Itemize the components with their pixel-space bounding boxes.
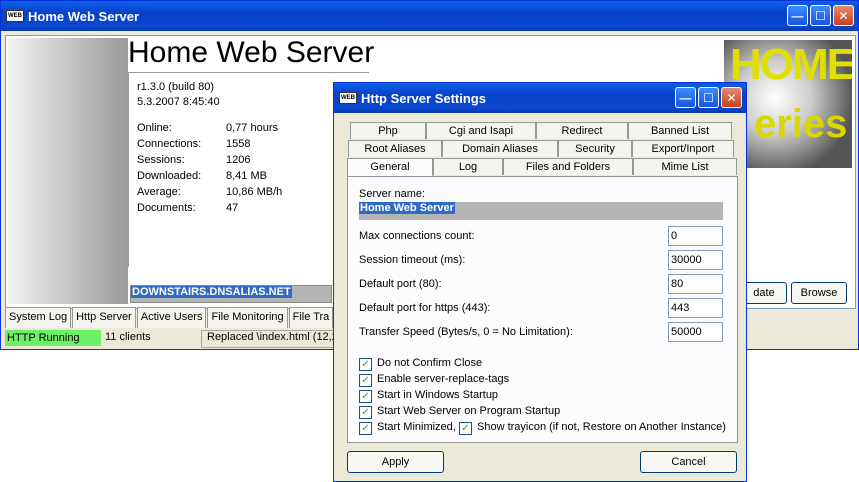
tab-cgi-isapi[interactable]: Cgi and Isapi (426, 122, 536, 139)
show-trayicon-label: Show trayicon (if not, Restore on Anothe… (477, 421, 726, 433)
tab-row-2: Root Aliases Domain Aliases Security Exp… (348, 140, 734, 157)
tab-row-3: General Log Files and Folders Mime List (347, 158, 737, 176)
minimize-icon: — (791, 8, 804, 23)
tab-mime-list[interactable]: Mime List (633, 158, 737, 175)
tab-active-users[interactable]: Active Users (136, 307, 207, 328)
cancel-button[interactable]: Cancel (640, 451, 737, 473)
close-icon: ✕ (838, 8, 849, 23)
tab-system-log[interactable]: System Log (5, 307, 72, 328)
server-name-input[interactable]: Home Web Server (359, 202, 723, 220)
minimize-icon: — (679, 90, 692, 105)
tab-redirect[interactable]: Redirect (536, 122, 628, 139)
start-minimized-checkbox[interactable]: ✓ (359, 422, 372, 435)
tab-file-transfer[interactable]: File Tra (288, 307, 334, 328)
stat-key: Average: (137, 186, 181, 198)
transfer-speed-input[interactable]: 50000 (668, 322, 723, 342)
update-button[interactable]: date (741, 282, 787, 304)
stat-key: Connections: (137, 138, 202, 150)
maximize-icon: ☐ (815, 8, 826, 23)
bottom-tabs: System Log Http Server Active Users File… (5, 307, 334, 328)
confirm-close-label: Do not Confirm Close (377, 357, 483, 369)
logo-text-line2: eries (754, 102, 848, 146)
https-port-input[interactable]: 443 (668, 298, 723, 318)
show-trayicon-checkbox[interactable]: ✓ (459, 422, 472, 435)
tab-files-folders[interactable]: Files and Folders (503, 158, 633, 175)
tab-domain-aliases[interactable]: Domain Aliases (442, 140, 558, 157)
tab-file-monitoring[interactable]: File Monitoring (207, 307, 288, 328)
stat-key: Documents: (137, 202, 196, 214)
browse-button[interactable]: Browse (791, 282, 847, 304)
tab-export-import[interactable]: Export/Inport (632, 140, 734, 157)
stat-value: 8,41 MB (226, 170, 267, 182)
tab-row-1: Php Cgi and Isapi Redirect Banned List (350, 122, 732, 139)
stat-key: Downloaded: (137, 170, 202, 182)
transfer-speed-label: Transfer Speed (Bytes/s, 0 = No Limitati… (359, 326, 573, 338)
windows-startup-checkbox[interactable]: ✓ (359, 390, 372, 403)
general-panel: Server name: Home Web Server Max connect… (347, 176, 738, 443)
apply-button[interactable]: Apply (347, 451, 444, 473)
session-timeout-label: Session timeout (ms): (359, 254, 466, 266)
stat-key: Sessions: (137, 154, 185, 166)
tab-security[interactable]: Security (558, 140, 632, 157)
server-name-label: Server name: (359, 188, 426, 200)
stat-value: 0,77 hours (226, 122, 278, 134)
minimize-button[interactable]: — (787, 5, 808, 26)
web-app-icon: WEB (339, 92, 357, 104)
https-port-label: Default port for https (443): (359, 302, 491, 314)
stat-key: Online: (137, 122, 172, 134)
hostname-field[interactable]: DOWNSTAIRS.DNSALIAS.NET (130, 285, 332, 303)
replace-tags-label: Enable server-replace-tags (377, 373, 510, 385)
window-title: Home Web Server (28, 8, 140, 24)
server-status: HTTP Running (5, 330, 101, 346)
windows-startup-label: Start in Windows Startup (377, 389, 499, 401)
stat-value: 1206 (226, 154, 251, 166)
max-connections-label: Max connections count: (359, 230, 475, 242)
program-startup-checkbox[interactable]: ✓ (359, 406, 372, 419)
dialog-minimize-button[interactable]: — (675, 87, 696, 108)
start-minimized-label: Start Minimized, (377, 421, 456, 433)
server-name-value: Home Web Server (359, 202, 455, 214)
settings-dialog: WEB Http Server Settings — ☐ ✕ Php Cgi a… (333, 82, 747, 482)
maximize-icon: ☐ (703, 90, 714, 105)
default-port-label: Default port (80): (359, 278, 442, 290)
maximize-button[interactable]: ☐ (810, 5, 831, 26)
status-message: Replaced \index.html (12,2 (207, 331, 338, 343)
stat-value: 47 (226, 202, 239, 214)
tab-root-aliases[interactable]: Root Aliases (348, 140, 442, 157)
close-icon: ✕ (726, 90, 737, 105)
stat-value: 1558 (226, 138, 251, 150)
logo-text-line1: HOME (730, 40, 852, 89)
tab-banned-list[interactable]: Banned List (628, 122, 732, 139)
gradient-strip (8, 38, 128, 304)
version-text: r1.3.0 (build 80) (137, 81, 215, 93)
page-title: Home Web Server (128, 36, 375, 69)
program-startup-label: Start Web Server on Program Startup (377, 405, 561, 417)
tab-log[interactable]: Log (433, 158, 503, 175)
confirm-close-checkbox[interactable]: ✓ (359, 358, 372, 371)
close-button[interactable]: ✕ (833, 5, 854, 26)
clients-count: 11 clients (105, 331, 151, 343)
stat-value: 10,86 MB/h (226, 186, 283, 198)
replace-tags-checkbox[interactable]: ✓ (359, 374, 372, 387)
dialog-close-button[interactable]: ✕ (721, 87, 742, 108)
web-app-icon: WEB (6, 10, 24, 22)
main-titlebar[interactable]: WEB Home Web Server — ☐ ✕ (1, 1, 858, 31)
max-connections-input[interactable]: 0 (668, 226, 723, 246)
hostname-text: DOWNSTAIRS.DNSALIAS.NET (131, 286, 292, 298)
dialog-title: Http Server Settings (361, 90, 486, 106)
default-port-input[interactable]: 80 (668, 274, 723, 294)
tab-php[interactable]: Php (350, 122, 426, 139)
session-timeout-input[interactable]: 30000 (668, 250, 723, 270)
tab-general[interactable]: General (347, 158, 433, 176)
datetime-text: 5.3.2007 8:45:40 (137, 96, 220, 108)
dialog-titlebar[interactable]: WEB Http Server Settings — ☐ ✕ (334, 83, 746, 113)
dialog-maximize-button[interactable]: ☐ (698, 87, 719, 108)
tab-http-server[interactable]: Http Server (72, 307, 136, 328)
